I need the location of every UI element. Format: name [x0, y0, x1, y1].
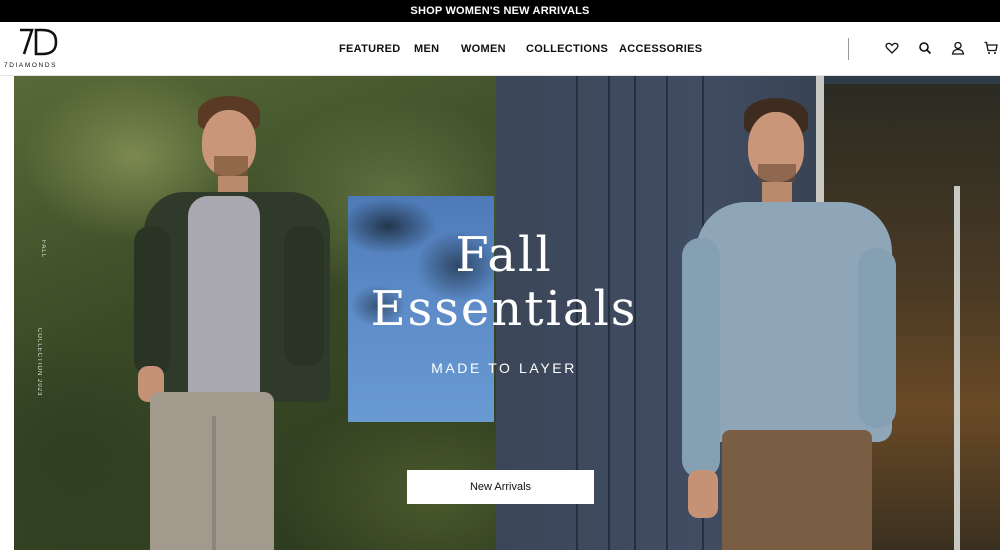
site-header: 7DIAMONDS FEATURED MEN WOMEN COLLECTIONS… [0, 22, 1000, 76]
user-icon[interactable] [951, 41, 965, 55]
cart-icon[interactable] [984, 41, 998, 55]
model-right-image [682, 98, 902, 550]
model-left-image [134, 96, 334, 550]
hero-subtitle: MADE TO LAYER [431, 360, 577, 376]
hero-title: Fall Essentials [314, 228, 694, 336]
announcement-text[interactable]: SHOP WOMEN'S NEW ARRIVALS [410, 5, 589, 17]
side-label-top: FALL [40, 240, 46, 259]
new-arrivals-button[interactable]: New Arrivals [407, 470, 594, 504]
heart-icon[interactable] [885, 41, 899, 55]
main-nav: FEATURED MEN WOMEN COLLECTIONS ACCESSORI… [0, 22, 1000, 76]
announcement-bar[interactable]: SHOP WOMEN'S NEW ARRIVALS [0, 0, 1000, 22]
logo-mark-icon [20, 28, 58, 56]
nav-item-women[interactable]: WOMEN [461, 43, 506, 55]
nav-item-accessories[interactable]: ACCESSORIES [619, 43, 702, 55]
nav-item-men[interactable]: MEN [414, 43, 439, 55]
page-left-margin [0, 76, 14, 550]
logo-wordmark: 7DIAMONDS [4, 62, 58, 69]
hero-title-line1: Fall [455, 227, 553, 283]
hero-title-line2: Essentials [370, 281, 638, 337]
nav-item-collections[interactable]: COLLECTIONS [526, 43, 608, 55]
side-label-collection: COLLECTION 2023 [36, 328, 42, 397]
nav-item-featured[interactable]: FEATURED [339, 43, 400, 55]
search-icon[interactable] [918, 41, 932, 55]
header-divider [848, 38, 849, 60]
brand-logo[interactable]: 7DIAMONDS [4, 28, 72, 72]
hero-banner[interactable]: FALL COLLECTION 2023 Fall Essentials MAD… [14, 76, 1000, 550]
